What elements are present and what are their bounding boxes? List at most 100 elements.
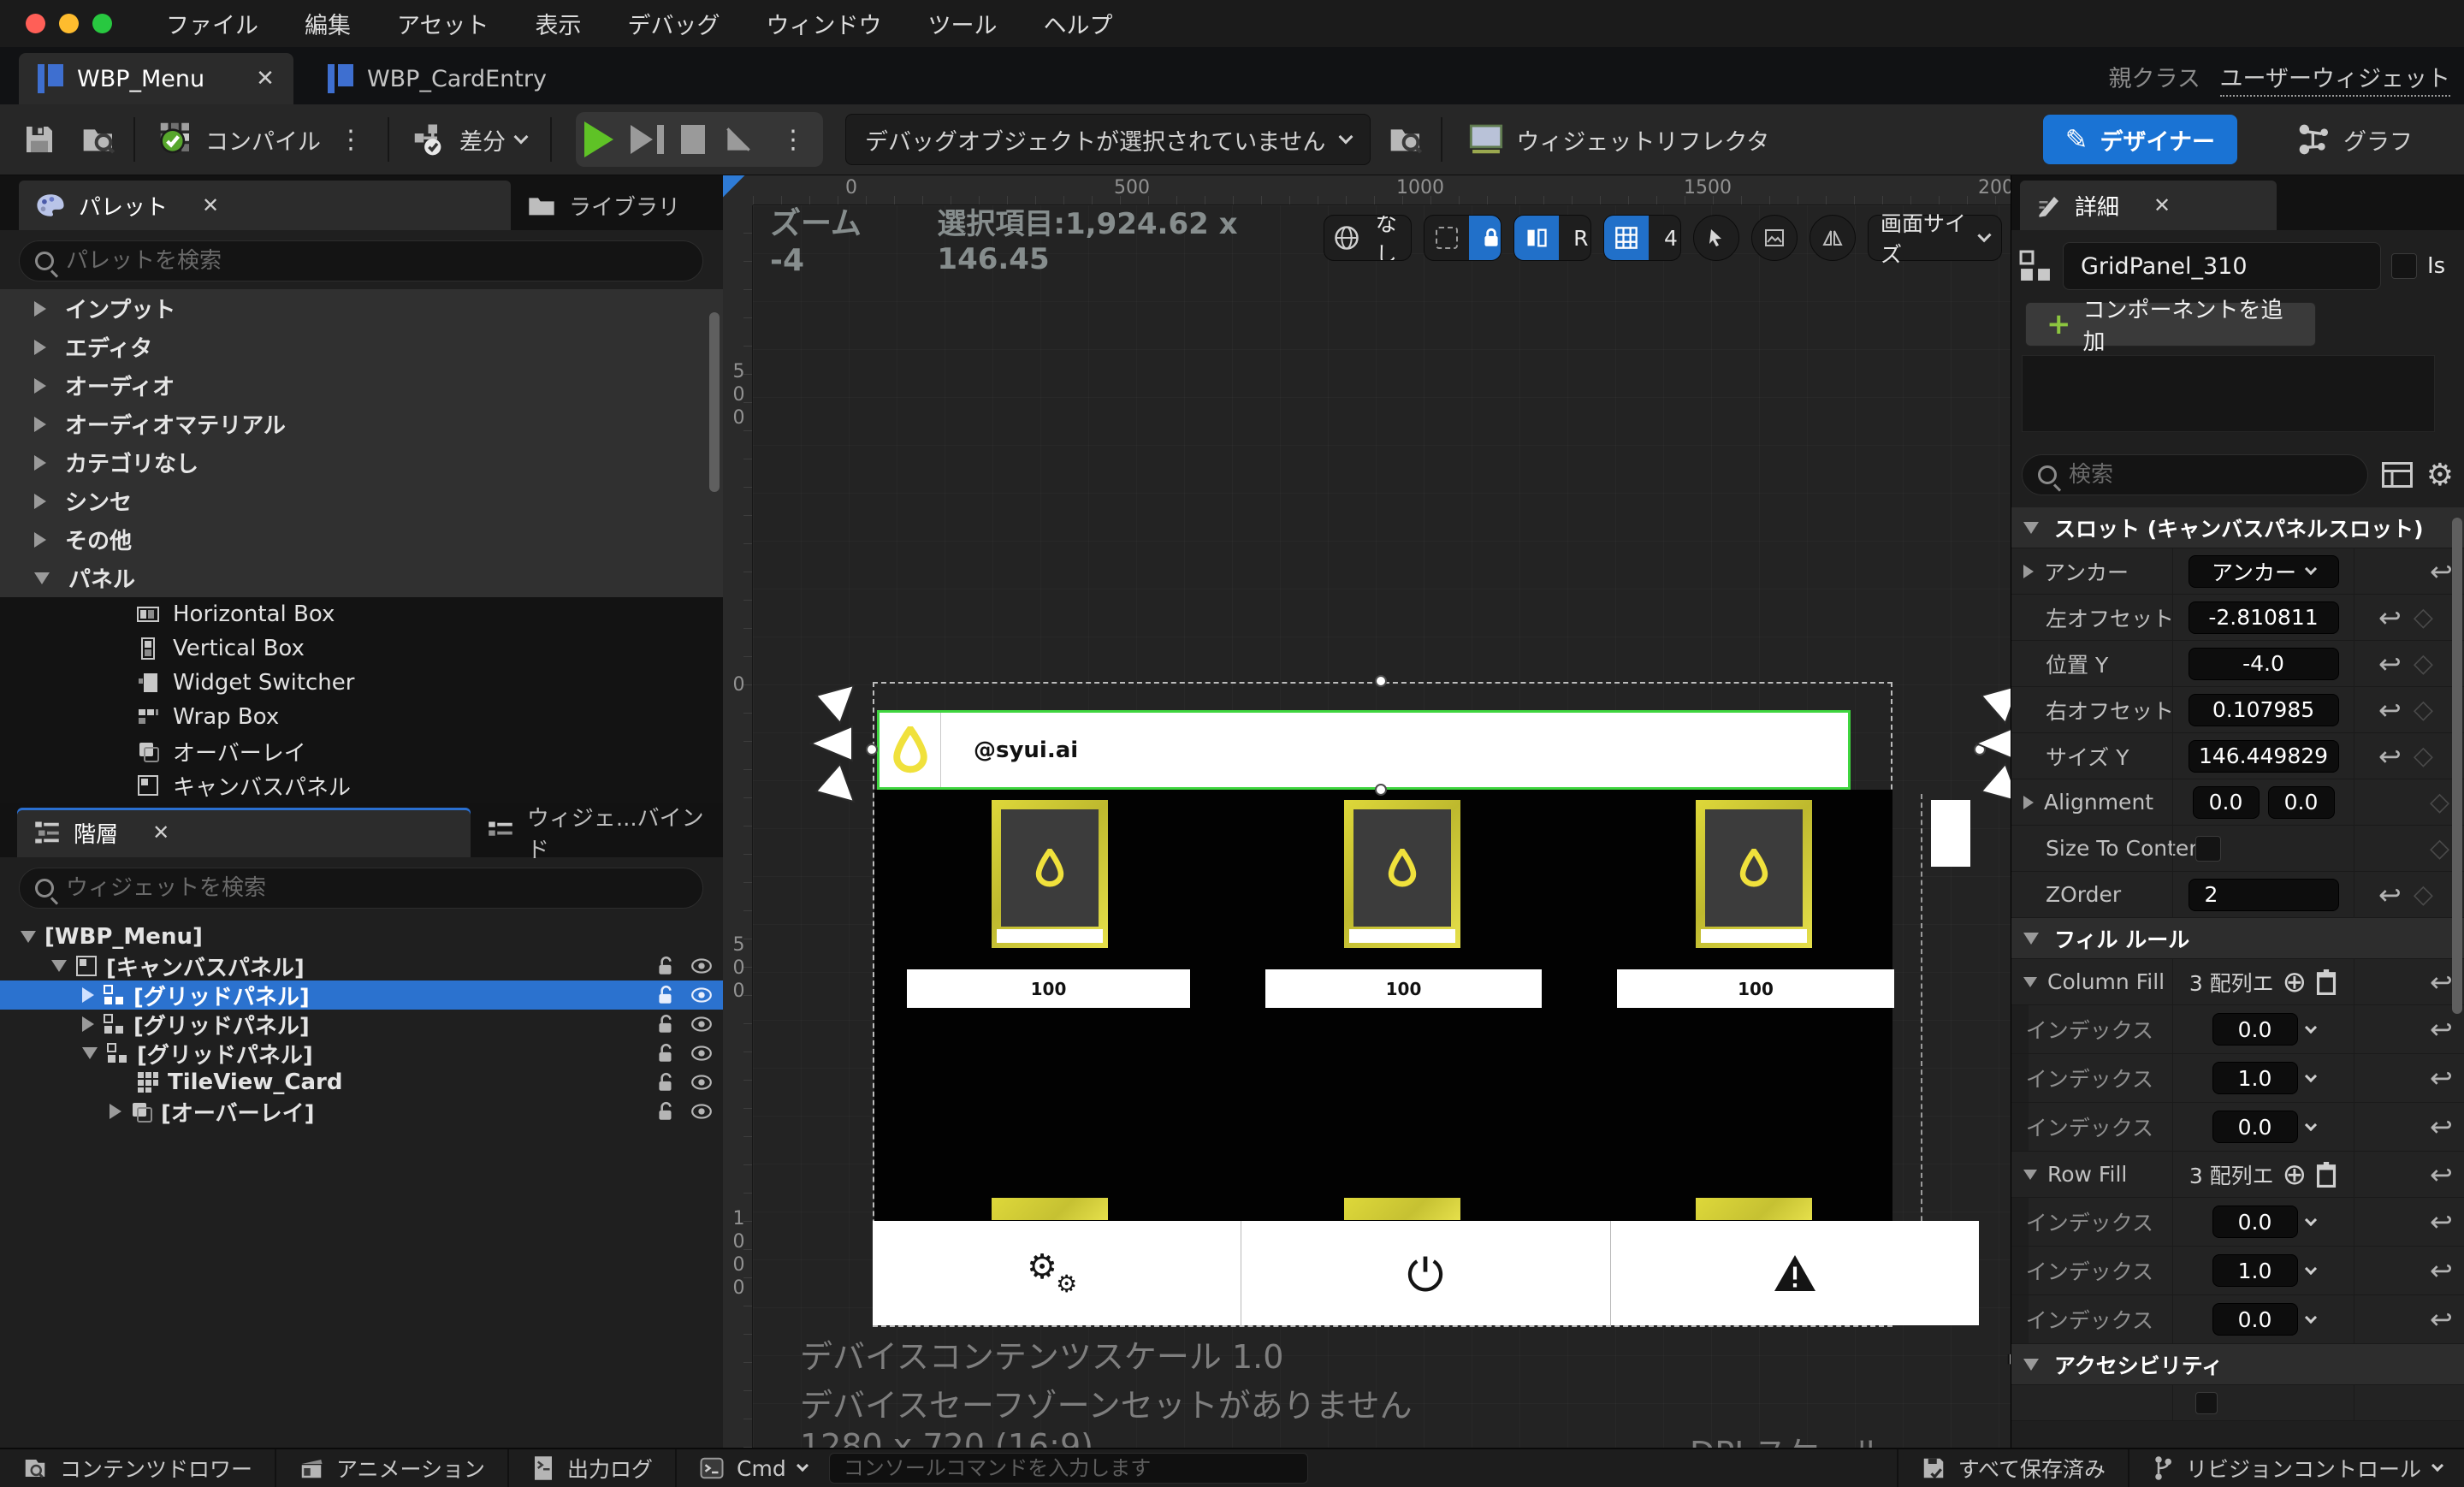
cmd-dropdown[interactable]: Cmd bbox=[677, 1449, 829, 1487]
compile-options-icon[interactable]: ⋮ bbox=[329, 125, 372, 155]
section-fill-rules[interactable]: フィル ルール bbox=[2011, 918, 2464, 959]
save-status-button[interactable]: すべて保存済み bbox=[1898, 1449, 2128, 1487]
lock-icon[interactable] bbox=[654, 1042, 677, 1064]
anchor-dropdown[interactable]: アンカー bbox=[2188, 554, 2339, 588]
anchor-arrows-left[interactable] bbox=[809, 672, 876, 817]
reset-icon[interactable]: ↩ bbox=[2378, 696, 2402, 724]
lock-icon[interactable] bbox=[654, 1071, 677, 1093]
add-element-icon[interactable]: ⊕ bbox=[2283, 1160, 2307, 1189]
card-widget[interactable] bbox=[1696, 800, 1812, 948]
palette-item-horizontal-box[interactable]: Horizontal Box bbox=[0, 597, 723, 631]
reset-icon[interactable]: ↩ bbox=[2430, 1016, 2453, 1043]
alignment-x-input[interactable]: 0.0 bbox=[2192, 785, 2260, 819]
traffic-light-minimize[interactable] bbox=[59, 14, 79, 33]
palette-category-audio[interactable]: オーディオ bbox=[0, 366, 723, 405]
grid-snap-value[interactable]: 4 bbox=[1649, 216, 1680, 260]
reset-icon[interactable]: ↩ bbox=[2378, 743, 2402, 770]
bind-diamond-icon[interactable]: ◇ bbox=[2430, 789, 2449, 815]
close-tab-icon[interactable]: ✕ bbox=[256, 66, 275, 92]
bind-diamond-icon[interactable]: ◇ bbox=[2414, 604, 2433, 631]
flip-icon[interactable] bbox=[1513, 216, 1559, 260]
tab-hierarchy[interactable]: 階層 ✕ bbox=[17, 808, 471, 857]
hierarchy-search[interactable] bbox=[19, 868, 703, 909]
lock-icon[interactable] bbox=[1468, 216, 1501, 260]
chevron-down-icon[interactable] bbox=[2304, 1262, 2317, 1275]
left-offset-input[interactable]: -2.810811 bbox=[2188, 601, 2339, 634]
tileview-scrollbar[interactable] bbox=[1931, 800, 1970, 867]
warning-menu-cell[interactable] bbox=[1611, 1221, 1979, 1325]
browse-asset-icon[interactable] bbox=[80, 122, 118, 157]
reset-icon[interactable]: ↩ bbox=[2430, 969, 2453, 996]
debug-object-dropdown[interactable]: デバッグオブジェクトが選択されていません bbox=[845, 114, 1371, 165]
selected-header-widget[interactable]: @syui.ai bbox=[877, 710, 1851, 790]
animation-button[interactable]: アニメーション bbox=[276, 1449, 507, 1487]
tree-node-overlay[interactable]: [オーバーレイ] bbox=[0, 1097, 723, 1127]
reset-icon[interactable]: ↩ bbox=[2430, 1208, 2453, 1235]
alignment-y-input[interactable]: 0.0 bbox=[2267, 785, 2335, 819]
reset-icon[interactable]: ↩ bbox=[2430, 1113, 2453, 1140]
lock-icon[interactable] bbox=[654, 955, 677, 977]
menu-file[interactable]: ファイル bbox=[143, 7, 281, 40]
index-value-input[interactable]: 0.0 bbox=[2212, 1206, 2298, 1238]
display-filter-icon[interactable] bbox=[2381, 461, 2413, 489]
palette-search-input[interactable] bbox=[66, 248, 687, 274]
palette-search[interactable] bbox=[19, 240, 703, 281]
rtl-toggle-button[interactable]: R bbox=[1559, 216, 1590, 260]
zorder-input[interactable]: 2 bbox=[2188, 878, 2339, 911]
diff-button[interactable]: 差分 bbox=[405, 121, 535, 157]
visibility-icon[interactable] bbox=[690, 984, 713, 1006]
tree-node-wbp-menu[interactable]: [WBP_Menu] bbox=[0, 922, 723, 951]
resize-handle[interactable] bbox=[1375, 784, 1387, 796]
index-value-input[interactable]: 1.0 bbox=[2212, 1062, 2298, 1094]
pos-y-input[interactable]: -4.0 bbox=[2188, 647, 2339, 680]
object-name-input[interactable] bbox=[2063, 242, 2381, 290]
add-component-button[interactable]: + コンポーネントを追加 bbox=[2025, 298, 2316, 355]
chevron-down-icon[interactable] bbox=[2304, 1213, 2317, 1226]
palette-category-other[interactable]: その他 bbox=[0, 520, 723, 559]
bind-diamond-icon[interactable]: ◇ bbox=[2430, 835, 2449, 862]
palette-scrollbar[interactable] bbox=[709, 312, 720, 492]
menu-edit[interactable]: 編集 bbox=[281, 7, 374, 40]
traffic-light-zoom[interactable] bbox=[92, 14, 112, 33]
reset-icon[interactable]: ↩ bbox=[2378, 881, 2402, 909]
stop-icon[interactable] bbox=[681, 125, 705, 154]
hierarchy-search-input[interactable] bbox=[66, 875, 687, 901]
chevron-down-icon[interactable] bbox=[2304, 1311, 2317, 1324]
visibility-icon[interactable] bbox=[690, 1100, 713, 1123]
tab-details[interactable]: 詳細 ✕ bbox=[2020, 181, 2277, 230]
details-search-input[interactable] bbox=[2069, 462, 2352, 488]
step-icon[interactable] bbox=[631, 125, 664, 154]
menu-window[interactable]: ウィンドウ bbox=[743, 7, 904, 40]
settings-menu-cell[interactable]: ⚙ ⚙ bbox=[873, 1221, 1242, 1325]
power-menu-cell[interactable] bbox=[1241, 1221, 1611, 1325]
bind-diamond-icon[interactable]: ◇ bbox=[2414, 743, 2433, 769]
menu-debug[interactable]: デバッグ bbox=[604, 7, 743, 40]
graph-mode-button[interactable]: グラフ bbox=[2277, 122, 2433, 157]
palette-category-uncategorized[interactable]: カテゴリなし bbox=[0, 443, 723, 482]
tab-wbp-cardentry[interactable]: WBP_CardEntry bbox=[309, 53, 566, 104]
save-icon[interactable] bbox=[22, 122, 56, 157]
tree-node-grid-panel-selected[interactable]: [グリッドパネル] bbox=[0, 980, 723, 1010]
accessibility-checkbox[interactable] bbox=[2195, 1391, 2218, 1414]
details-scrollbar[interactable] bbox=[2452, 518, 2462, 1014]
bind-diamond-icon[interactable]: ◇ bbox=[2414, 650, 2433, 677]
anchor-arrows-right[interactable] bbox=[1975, 672, 2011, 817]
palette-category-panel[interactable]: パネル bbox=[0, 559, 723, 597]
trash-icon[interactable] bbox=[2315, 969, 2337, 995]
tree-node-grid-panel-3[interactable]: [グリッドパネル] bbox=[0, 1039, 723, 1069]
reset-icon[interactable]: ↩ bbox=[2430, 558, 2453, 585]
menu-asset[interactable]: アセット bbox=[374, 7, 512, 40]
resize-handle[interactable] bbox=[1375, 675, 1387, 687]
menu-help[interactable]: ヘルプ bbox=[1020, 7, 1135, 40]
close-panel-icon[interactable]: ✕ bbox=[2153, 193, 2171, 217]
size-y-input[interactable]: 146.449829 bbox=[2188, 739, 2339, 773]
console-command-input[interactable] bbox=[828, 1453, 1308, 1484]
section-slot[interactable]: スロット (キャンバスパネルスロット) bbox=[2011, 507, 2464, 548]
chevron-down-icon[interactable] bbox=[2304, 1021, 2317, 1034]
compile-button[interactable]: コンパイル bbox=[151, 121, 329, 157]
parent-class-link[interactable]: ユーザーウィジェット bbox=[2219, 66, 2450, 97]
tree-node-tileview-card[interactable]: TileView_Card bbox=[0, 1068, 723, 1097]
right-offset-input[interactable]: 0.107985 bbox=[2188, 693, 2339, 726]
visibility-icon[interactable] bbox=[690, 1042, 713, 1064]
palette-item-vertical-box[interactable]: Vertical Box bbox=[0, 631, 723, 666]
